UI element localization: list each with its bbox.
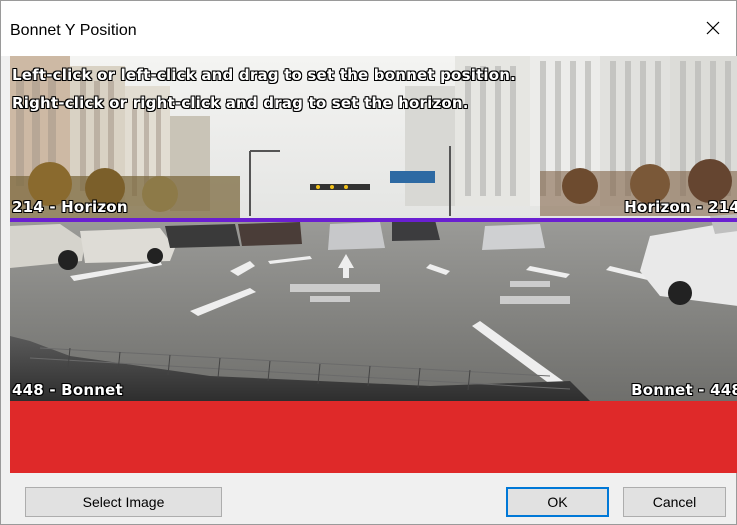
horizon-label-left: 214 - Horizon <box>12 198 128 216</box>
close-button[interactable] <box>690 11 736 45</box>
horizon-label-right: Horizon - 214 <box>624 198 737 216</box>
bonnet-position-dialog: Bonnet Y Position Left-click or left-cli… <box>0 0 737 525</box>
close-icon <box>706 21 720 35</box>
bonnet-label-left: 448 - Bonnet <box>12 381 123 399</box>
bonnet-label-right: Bonnet - 448 <box>631 381 737 399</box>
dashcam-image-viewport[interactable]: Left-click or left-click and drag to set… <box>10 56 737 473</box>
instruction-horizon: Right-click or right-click and drag to s… <box>12 94 469 112</box>
ok-button[interactable]: OK <box>506 487 609 517</box>
cancel-button[interactable]: Cancel <box>623 487 726 517</box>
select-image-button[interactable]: Select Image <box>25 487 222 517</box>
dialog-title: Bonnet Y Position <box>10 22 137 39</box>
instruction-bonnet: Left-click or left-click and drag to set… <box>12 66 517 84</box>
horizon-line[interactable] <box>10 218 737 222</box>
bonnet-region-overlay <box>10 401 737 473</box>
title-bar[interactable]: Bonnet Y Position <box>1 1 736 56</box>
